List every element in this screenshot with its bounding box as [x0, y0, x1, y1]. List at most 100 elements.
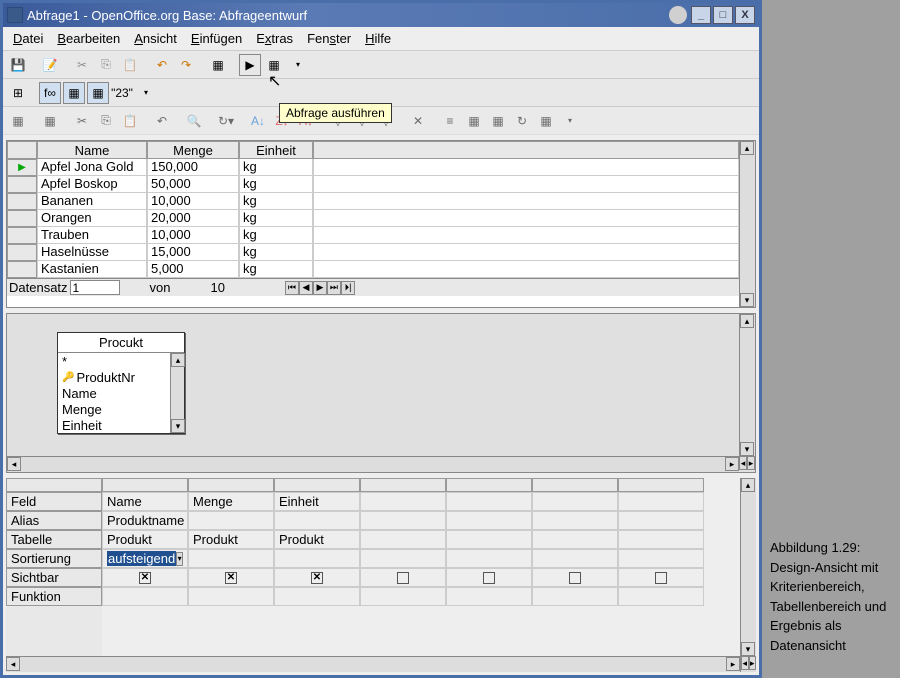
row-selector-header[interactable]	[7, 141, 37, 159]
visible-checkbox[interactable]: ✕	[139, 572, 151, 584]
visible-checkbox[interactable]: ✕	[225, 572, 237, 584]
design-cell-feld[interactable]	[360, 492, 446, 511]
results-row[interactable]: Trauben10,000kg	[7, 227, 739, 244]
tb3-misc3-icon[interactable]: ▦	[487, 110, 509, 132]
col-header-einheit[interactable]: Einheit	[239, 141, 313, 159]
cell-name[interactable]: Kastanien	[37, 261, 147, 278]
design-cell-sort[interactable]	[188, 549, 274, 568]
hscroll-right2-icon[interactable]: ▸	[747, 456, 755, 470]
design-hscroll-left-icon[interactable]: ◂	[6, 657, 20, 671]
maximize-button[interactable]: □	[713, 6, 733, 24]
results-row[interactable]: Apfel Boskop50,000kg	[7, 176, 739, 193]
design-col-header[interactable]	[618, 478, 704, 492]
alias-icon[interactable]: ▦	[87, 82, 109, 104]
design-cell-funktion[interactable]	[532, 587, 618, 606]
design-cell-alias[interactable]	[618, 511, 704, 530]
minimize-button[interactable]: _	[691, 6, 711, 24]
tb3-paste-icon[interactable]: 📋	[119, 110, 141, 132]
cell-menge[interactable]: 20,000	[147, 210, 239, 227]
nav-first-icon[interactable]: ⏮	[285, 281, 299, 295]
cell-einheit[interactable]: kg	[239, 176, 313, 193]
close-button[interactable]: X	[735, 6, 755, 24]
cell-name[interactable]: Orangen	[37, 210, 147, 227]
nav-new-icon[interactable]: ⏵|	[341, 281, 355, 295]
tb3-dropdown-icon[interactable]: ▾	[559, 110, 581, 132]
design-cell-visible[interactable]	[446, 568, 532, 587]
tablepane-vscroll-down-icon[interactable]: ▾	[740, 442, 754, 456]
design-cell-tabelle[interactable]	[532, 530, 618, 549]
design-cell-sort[interactable]	[446, 549, 532, 568]
design-cell-funktion[interactable]	[618, 587, 704, 606]
distinct-icon[interactable]: "23"	[111, 82, 133, 104]
hscroll-left-icon[interactable]: ◂	[7, 457, 21, 471]
design-cell-visible[interactable]: ✕	[102, 568, 188, 587]
design-vscroll[interactable]: ▴ ▾ ◂ ▸	[740, 478, 756, 672]
design-cell-funktion[interactable]	[360, 587, 446, 606]
cell-einheit[interactable]: kg	[239, 193, 313, 210]
cell-menge[interactable]: 50,000	[147, 176, 239, 193]
design-cell-sort[interactable]	[360, 549, 446, 568]
design-col-header[interactable]	[446, 478, 532, 492]
design-cell-tabelle[interactable]	[446, 530, 532, 549]
cell-menge[interactable]: 15,000	[147, 244, 239, 261]
table-field[interactable]: 🔑ProduktNr	[58, 369, 170, 385]
design-cell-alias[interactable]	[532, 511, 618, 530]
table-name-icon[interactable]: ▦	[63, 82, 85, 104]
design-cell-tabelle[interactable]: Produkt	[188, 530, 274, 549]
design-cell-feld[interactable]	[532, 492, 618, 511]
design-cell-sort[interactable]	[274, 549, 360, 568]
design-cell-feld[interactable]	[618, 492, 704, 511]
cut-icon[interactable]: ✂	[71, 54, 93, 76]
hscroll-right-icon[interactable]: ▸	[725, 457, 739, 471]
design-cell-visible[interactable]: ✕	[188, 568, 274, 587]
results-row[interactable]: Orangen20,000kg	[7, 210, 739, 227]
edit-icon[interactable]: 📝	[39, 54, 61, 76]
cell-menge[interactable]: 5,000	[147, 261, 239, 278]
design-corner-left-icon[interactable]: ◂	[741, 656, 749, 670]
menu-ansicht[interactable]: Ansicht	[128, 29, 183, 48]
visible-checkbox[interactable]	[569, 572, 581, 584]
cell-name[interactable]: Apfel Jona Gold	[37, 159, 147, 176]
design-col-header[interactable]	[102, 478, 188, 492]
design-cell-tabelle[interactable]	[360, 530, 446, 549]
design-cell-funktion[interactable]	[102, 587, 188, 606]
row-selector[interactable]	[7, 244, 37, 261]
design-cell-alias[interactable]	[188, 511, 274, 530]
design-cell-funktion[interactable]	[274, 587, 360, 606]
design-cell-tabelle[interactable]: Produkt	[102, 530, 188, 549]
design-cell-visible[interactable]	[360, 568, 446, 587]
design-col-header[interactable]	[188, 478, 274, 492]
table-scroll-up-icon[interactable]: ▴	[171, 353, 185, 367]
tablepane-vscroll-up-icon[interactable]: ▴	[740, 314, 754, 328]
menu-extras[interactable]: Extras	[250, 29, 299, 48]
row-selector[interactable]	[7, 193, 37, 210]
remove-filter-icon[interactable]: ✕	[407, 110, 429, 132]
row-selector[interactable]	[7, 227, 37, 244]
design-cell-alias[interactable]	[274, 511, 360, 530]
cell-menge[interactable]: 150,000	[147, 159, 239, 176]
design-cell-feld[interactable]: Menge	[188, 492, 274, 511]
tb3-misc4-icon[interactable]: ↻	[511, 110, 533, 132]
col-header-menge[interactable]: Menge	[147, 141, 239, 159]
table-field[interactable]: *	[58, 353, 170, 369]
table-field[interactable]: Name	[58, 385, 170, 401]
sort-asc-icon[interactable]: A↓	[247, 110, 269, 132]
cell-einheit[interactable]: kg	[239, 210, 313, 227]
visible-checkbox[interactable]	[483, 572, 495, 584]
results-row[interactable]: Haselnüsse15,000kg	[7, 244, 739, 261]
paste-icon[interactable]: 📋	[119, 54, 141, 76]
add-table-icon[interactable]: ⊞	[7, 82, 29, 104]
design-cell-visible[interactable]	[532, 568, 618, 587]
menu-datei[interactable]: Datei	[7, 29, 49, 48]
toolbar2-dropdown-icon[interactable]: ▾	[135, 82, 157, 104]
nav-last-icon[interactable]: ⏭	[327, 281, 341, 295]
design-cell-visible[interactable]: ✕	[274, 568, 360, 587]
design-cell-tabelle[interactable]	[618, 530, 704, 549]
design-corner-right-icon[interactable]: ▸	[749, 656, 757, 670]
menu-einfuegen[interactable]: Einfügen	[185, 29, 248, 48]
design-vscroll-down-icon[interactable]: ▾	[741, 642, 755, 656]
design-view-icon[interactable]: ▦	[207, 54, 229, 76]
design-cell-feld[interactable]: Name	[102, 492, 188, 511]
col-header-name[interactable]: Name	[37, 141, 147, 159]
design-cell-sort[interactable]	[532, 549, 618, 568]
